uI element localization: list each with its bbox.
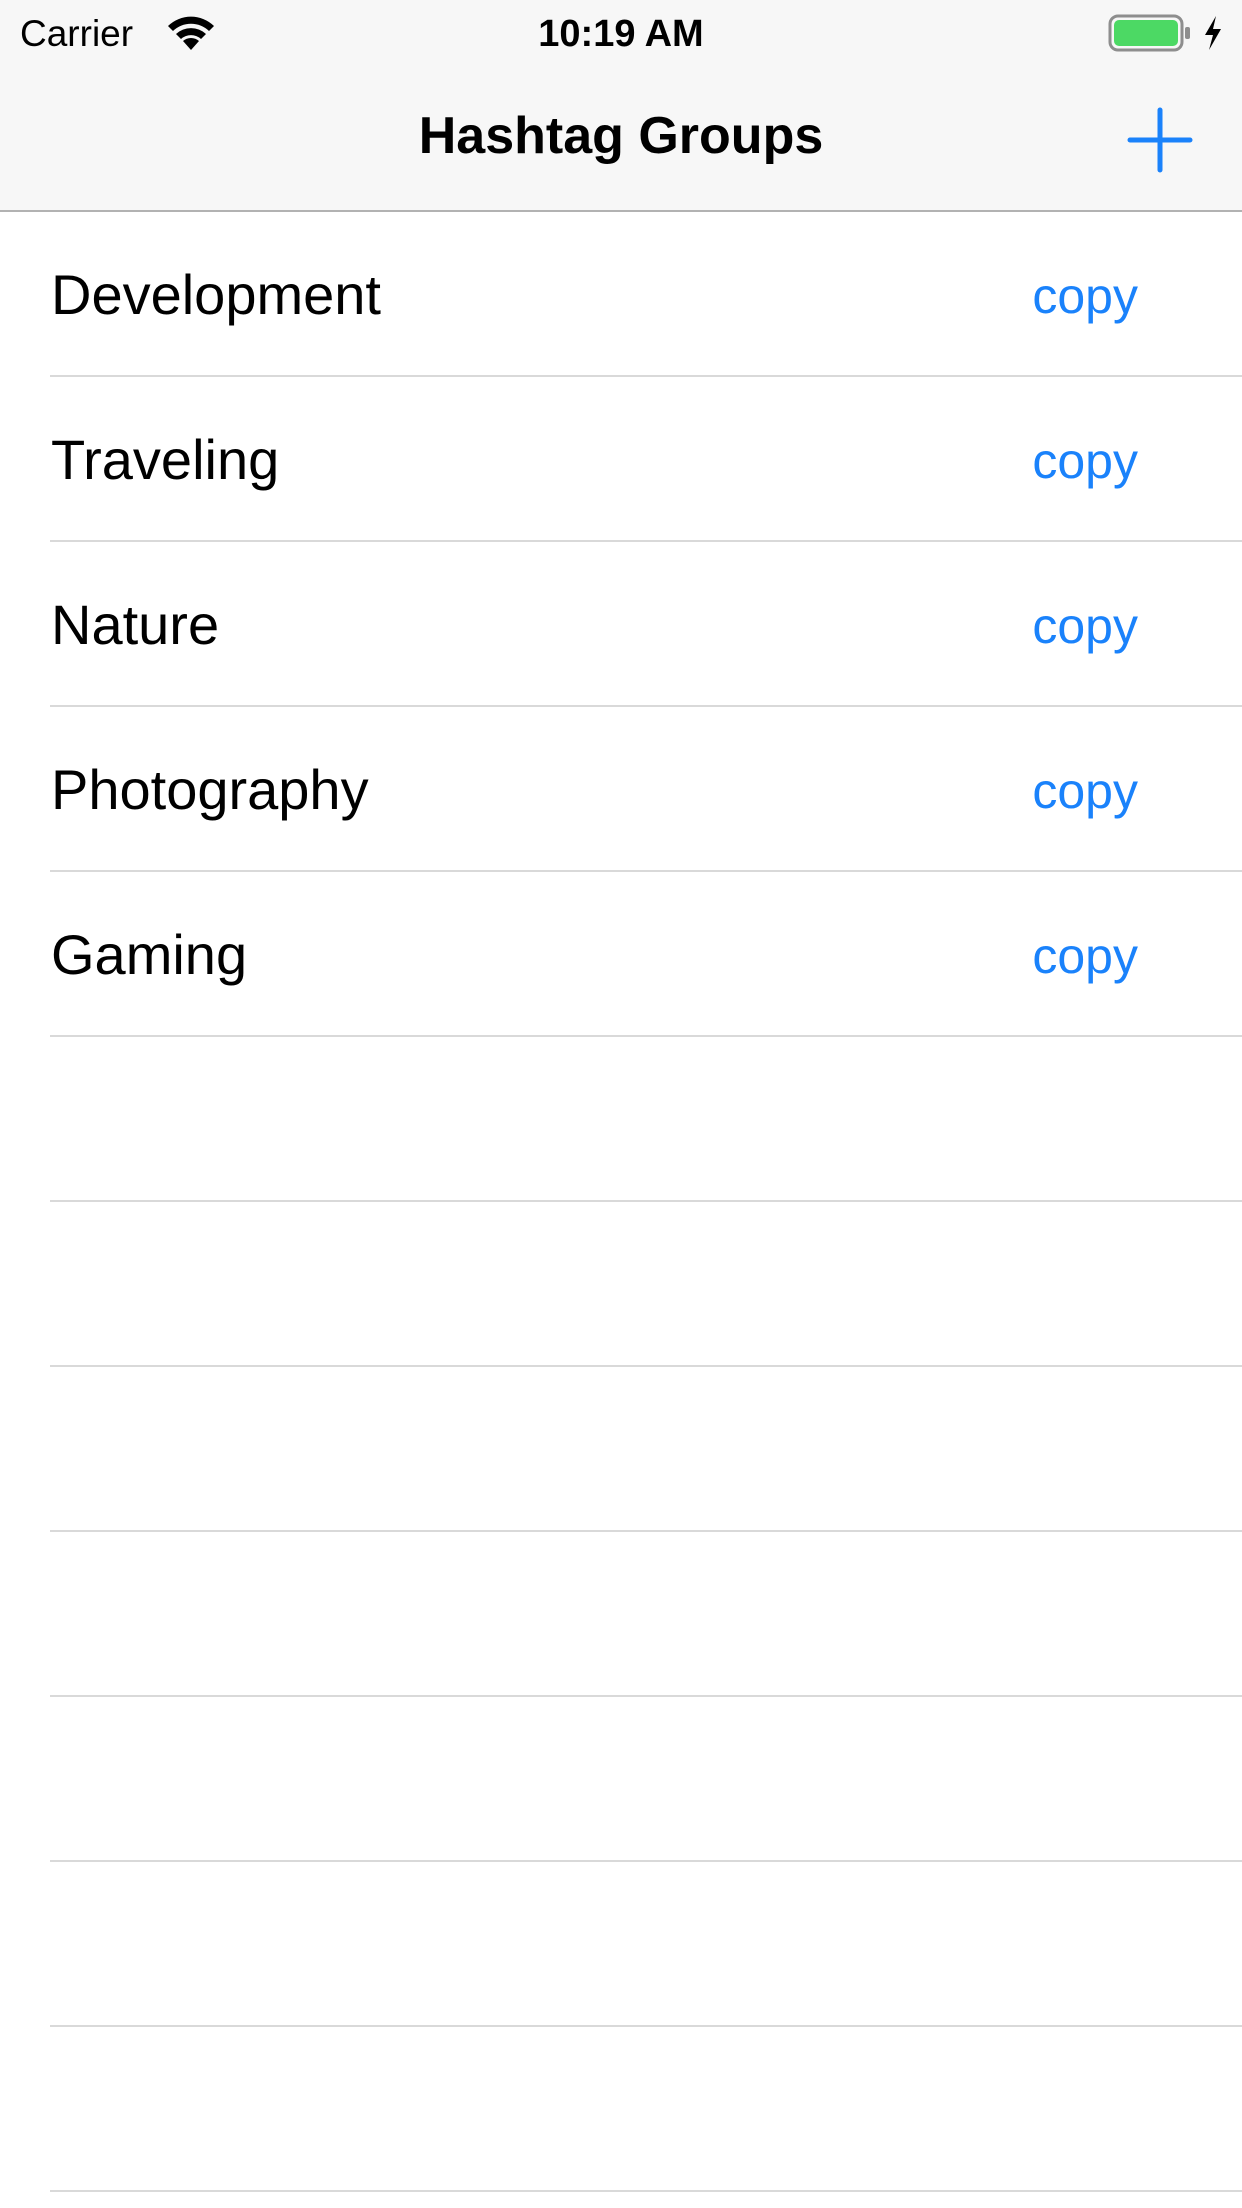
empty-row [0,1532,1242,1697]
empty-row [0,2027,1242,2192]
page-title: Hashtag Groups [418,107,824,165]
status-bar: Carrier 10:19 AM [0,0,1242,60]
copy-button[interactable]: copy [1032,212,1138,377]
hashtag-group-list: Development copy Traveling copy Nature c… [0,212,1242,2192]
copy-button[interactable]: copy [1032,707,1138,872]
battery-icon [1108,14,1190,52]
list-item[interactable]: Gaming copy [0,872,1242,1037]
add-group-button[interactable] [1120,100,1200,180]
group-name: Nature [51,593,220,656]
list-item[interactable]: Traveling copy [0,377,1242,542]
copy-button[interactable]: copy [1032,872,1138,1037]
status-time: 10:19 AM [538,13,704,55]
list-item[interactable]: Photography copy [0,707,1242,872]
empty-row [0,1037,1242,1202]
empty-row [0,1202,1242,1367]
bolt-icon [1205,16,1221,50]
plus-icon [1127,107,1193,173]
copy-button[interactable]: copy [1032,377,1138,542]
empty-row [0,1862,1242,2027]
list-item[interactable]: Nature copy [0,542,1242,707]
empty-row [0,1367,1242,1532]
group-name: Gaming [51,923,248,986]
empty-row [0,1697,1242,1862]
group-name: Photography [51,758,369,821]
group-name: Traveling [51,428,280,491]
list-item[interactable]: Development copy [0,212,1242,377]
group-name: Development [51,263,381,326]
navigation-bar: Hashtag Groups [0,60,1242,212]
copy-button[interactable]: copy [1032,542,1138,707]
